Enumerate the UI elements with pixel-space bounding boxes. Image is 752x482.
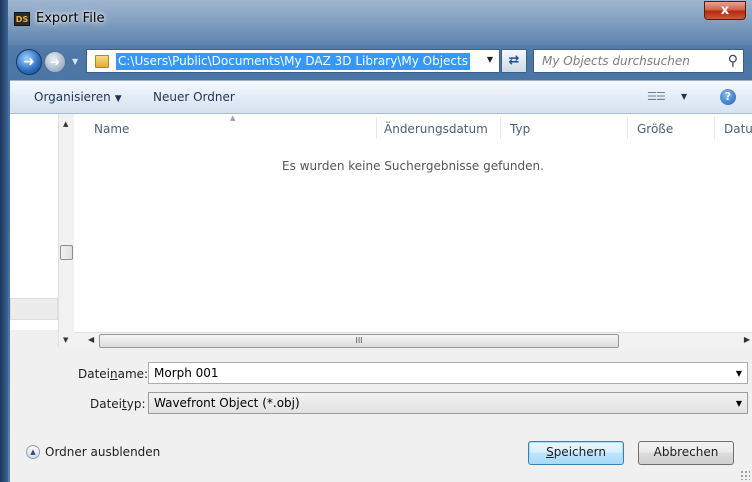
help-icon[interactable]: ? — [720, 89, 736, 105]
filename-dropdown-icon[interactable]: ▼ — [736, 369, 742, 378]
chevron-down-icon: ▼ — [735, 399, 742, 408]
window-edge — [0, 0, 8, 482]
column-size[interactable]: Größe — [637, 122, 673, 136]
scroll-left-icon[interactable]: ◀ — [88, 335, 94, 344]
address-dropdown-icon[interactable]: ▼ — [487, 55, 493, 64]
save-label: peichern — [553, 445, 606, 459]
new-folder-button[interactable]: Neuer Ordner — [153, 90, 235, 104]
column-divider[interactable] — [376, 117, 377, 139]
column-divider[interactable] — [714, 117, 715, 139]
navigation-pane-scrollbar[interactable]: ▲ ▼ — [58, 114, 74, 347]
search-placeholder: My Objects durchsuchen — [542, 54, 690, 68]
column-header-row: ▲ Name Änderungsdatum Typ Größe Datum — [74, 114, 752, 143]
file-list-horizontal-scrollbar[interactable]: ◀ III ▶ — [74, 332, 752, 349]
column-type[interactable]: Typ — [510, 122, 530, 136]
column-date[interactable]: Datum — [724, 122, 752, 136]
sort-ascending-icon: ▲ — [230, 114, 236, 122]
scroll-down-icon[interactable]: ▼ — [63, 336, 68, 344]
back-arrow-icon: ➜ — [23, 54, 35, 70]
organize-label: Organisieren — [34, 90, 111, 104]
navigation-pane-item[interactable] — [10, 298, 58, 320]
filename-field[interactable]: Morph 001 ▼ — [148, 362, 748, 384]
scrollbar-thumb[interactable]: III — [99, 334, 619, 348]
filetype-select[interactable]: Wavefront Object (*.obj) ▼ — [148, 392, 748, 414]
command-bar: Organisieren ▼ Neuer Ordner ☰☰ ▼ ? — [10, 81, 752, 114]
address-path[interactable]: C:\Users\Public\Documents\My DAZ 3D Libr… — [116, 53, 470, 70]
view-options-icon[interactable]: ☰☰ — [647, 90, 666, 103]
forward-arrow-icon: ➜ — [49, 55, 61, 69]
column-date-modified[interactable]: Änderungsdatum — [384, 122, 488, 136]
search-icon[interactable]: ⚲ — [728, 53, 738, 69]
cancel-button[interactable]: Abbrechen — [638, 441, 734, 465]
organize-menu[interactable]: Organisieren ▼ — [34, 90, 122, 104]
resize-grip-icon[interactable] — [740, 470, 750, 480]
view-chevron-down-icon[interactable]: ▼ — [681, 92, 687, 101]
hide-folders-label[interactable]: Ordner ausblenden — [45, 445, 160, 459]
column-divider[interactable] — [627, 117, 628, 139]
scroll-right-icon[interactable]: ▶ — [744, 335, 750, 344]
close-button[interactable]: x — [704, 1, 746, 20]
chevron-down-icon: ▼ — [114, 94, 122, 104]
forward-button[interactable]: ➜ — [44, 51, 66, 73]
save-button[interactable]: Speichern — [528, 441, 624, 465]
filetype-value: Wavefront Object (*.obj) — [154, 396, 300, 410]
search-input[interactable]: My Objects durchsuchen ⚲ — [533, 49, 744, 73]
app-logo-icon: DS — [14, 12, 30, 26]
back-button[interactable]: ➜ — [16, 49, 42, 75]
scrollbar-thumb[interactable] — [60, 245, 73, 260]
collapse-up-icon[interactable]: ▲ — [26, 445, 40, 459]
address-bar[interactable]: C:\Users\Public\Documents\My DAZ 3D Libr… — [86, 49, 500, 73]
save-access-key: S — [546, 445, 554, 459]
filename-value[interactable]: Morph 001 — [154, 366, 219, 380]
window-title: Export File — [36, 11, 105, 26]
refresh-button[interactable]: ⇄ — [501, 49, 527, 73]
title-bar[interactable]: DS Export File x — [8, 0, 752, 34]
refresh-icon: ⇄ — [508, 53, 520, 68]
recent-locations-chevron-icon[interactable]: ▼ — [72, 57, 78, 66]
filetype-label: Dateityp: — [90, 397, 146, 411]
empty-results-message: Es wurden keine Suchergebnisse gefunden. — [282, 159, 544, 173]
scroll-up-icon[interactable]: ▲ — [63, 120, 68, 128]
file-list[interactable]: ▲ Name Änderungsdatum Typ Größe Datum Es… — [74, 114, 752, 332]
column-divider[interactable] — [500, 117, 501, 139]
filename-label: Dateiname: — [78, 367, 149, 381]
column-name[interactable]: Name — [94, 122, 129, 136]
dialog-body: Organisieren ▼ Neuer Ordner ☰☰ ▼ ? ▲ ▼ ▲ … — [10, 80, 752, 482]
folder-icon — [95, 55, 109, 68]
